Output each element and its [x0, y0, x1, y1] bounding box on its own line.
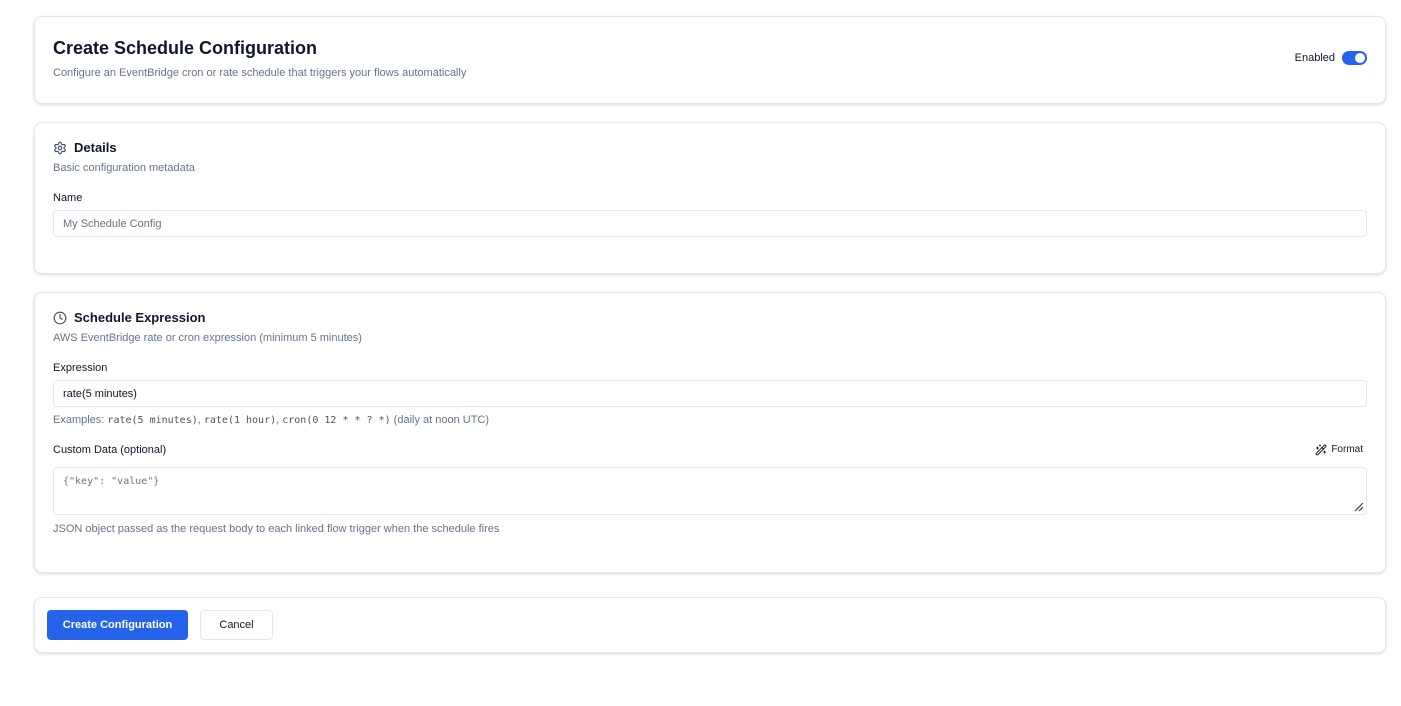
clock-icon	[53, 311, 67, 325]
expression-label: Expression	[53, 362, 108, 374]
example-cron: cron(0 12 * * ? *)	[282, 415, 391, 426]
gear-icon	[54, 141, 66, 155]
custom-data-hint: JSON object passed as the request body t…	[53, 523, 500, 535]
page-title: Create Schedule Configuration	[53, 38, 318, 58]
examples-suffix: (daily at noon UTC)	[390, 414, 490, 426]
schedule-card: Schedule Expression AWS EventBridge rate…	[34, 292, 1386, 573]
details-section-header: Details	[53, 140, 117, 156]
page-subtitle: Configure an EventBridge cron or rate sc…	[53, 67, 467, 79]
enabled-toggle-group: Enabled	[1295, 51, 1367, 65]
expression-input[interactable]	[53, 380, 1367, 407]
magic-wand-icon	[1315, 444, 1327, 456]
resize-handle-icon[interactable]	[1353, 501, 1364, 512]
format-button-label: Format	[1331, 444, 1363, 455]
format-button[interactable]: Format	[1311, 441, 1367, 459]
details-description: Basic configuration metadata	[53, 162, 195, 174]
example-rate-5: rate(5 minutes)	[107, 415, 198, 426]
enabled-toggle-label: Enabled	[1294, 52, 1335, 64]
name-label: Name	[53, 192, 83, 204]
actions-card: Create Configuration Cancel	[34, 597, 1386, 653]
cancel-button[interactable]: Cancel	[200, 610, 273, 640]
example-rate-1h: rate(1 hour)	[203, 415, 277, 426]
details-title: Details	[74, 140, 117, 155]
custom-data-textarea[interactable]	[53, 467, 1367, 515]
schedule-section-header: Schedule Expression	[53, 310, 206, 326]
schedule-description: AWS EventBridge rate or cron expression …	[53, 332, 362, 344]
name-input[interactable]	[53, 210, 1367, 237]
examples-prefix: Examples:	[53, 414, 108, 426]
schedule-title: Schedule Expression	[74, 310, 206, 325]
details-card: Details Basic configuration metadata Nam…	[34, 122, 1386, 274]
custom-data-label: Custom Data (optional)	[53, 444, 167, 456]
expression-examples: Examples: rate(5 minutes), rate(1 hour),…	[53, 413, 489, 428]
toggle-knob	[1355, 53, 1365, 63]
header-card: Create Schedule Configuration Configure …	[34, 16, 1386, 104]
enabled-toggle[interactable]	[1342, 51, 1367, 65]
create-configuration-button[interactable]: Create Configuration	[47, 610, 188, 640]
